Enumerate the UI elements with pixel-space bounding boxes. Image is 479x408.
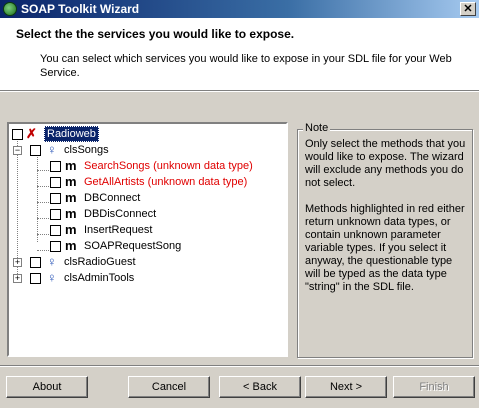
close-button[interactable]: ✕ — [460, 2, 476, 16]
method-label[interactable]: DBConnect — [84, 190, 140, 206]
tree-method-row[interactable]: m DBDisConnect — [9, 206, 279, 222]
wizard-header: Select the the services you would like t… — [0, 18, 479, 91]
method-icon: m — [65, 238, 77, 253]
tree-method-row[interactable]: m DBConnect — [9, 190, 279, 206]
class-icon: ♀ — [47, 142, 57, 157]
note-paragraph-2: Methods highlighted in red either return… — [305, 203, 465, 293]
method-checkbox[interactable] — [50, 193, 61, 204]
collapse-toggle[interactable]: − — [13, 146, 22, 155]
method-checkbox[interactable] — [50, 225, 61, 236]
finish-button[interactable]: Finish — [393, 376, 475, 398]
class-checkbox[interactable] — [30, 145, 41, 156]
method-checkbox[interactable] — [50, 161, 61, 172]
tree-class-row[interactable]: + ♀ clsAdminTools — [9, 270, 279, 286]
class-label[interactable]: clsAdminTools — [64, 270, 134, 286]
method-label[interactable]: SOAPRequestSong — [84, 238, 181, 254]
expand-toggle[interactable]: + — [13, 258, 22, 267]
method-icon: m — [65, 206, 77, 221]
note-legend: Note — [303, 122, 331, 134]
next-button[interactable]: Next > — [305, 376, 387, 398]
back-button[interactable]: < Back — [219, 376, 301, 398]
tree-root-label[interactable]: Radioweb — [44, 126, 99, 142]
method-icon: m — [65, 174, 77, 189]
class-label[interactable]: clsRadioGuest — [64, 254, 136, 270]
button-divider — [0, 365, 479, 367]
root-checkbox[interactable] — [12, 129, 23, 140]
tree-method-row[interactable]: m InsertRequest — [9, 222, 279, 238]
method-label[interactable]: InsertRequest — [84, 222, 152, 238]
class-checkbox[interactable] — [30, 257, 41, 268]
wizard-window: SOAP Toolkit Wizard ✕ Select the the ser… — [0, 0, 479, 408]
services-tree[interactable]: ✗ Radioweb − ♀ clsSongs m SearchSongs (u… — [7, 122, 288, 357]
method-label[interactable]: SearchSongs (unknown data type) — [84, 158, 253, 174]
method-label[interactable]: DBDisConnect — [84, 206, 156, 222]
root-service-icon: ✗ — [26, 126, 37, 141]
tree-class-row[interactable]: − ♀ clsSongs — [9, 142, 279, 158]
app-globe-icon — [3, 2, 17, 16]
class-checkbox[interactable] — [30, 273, 41, 284]
note-paragraph-1: Only select the methods that you would l… — [305, 138, 466, 189]
method-checkbox[interactable] — [50, 177, 61, 188]
tree-root-row[interactable]: ✗ Radioweb — [9, 126, 279, 142]
class-icon: ♀ — [47, 254, 57, 269]
header-divider — [0, 91, 479, 92]
tree-method-row[interactable]: m GetAllArtists (unknown data type) — [9, 174, 279, 190]
tree-method-row[interactable]: m SearchSongs (unknown data type) — [9, 158, 279, 174]
method-icon: m — [65, 222, 77, 237]
tree-method-row[interactable]: m SOAPRequestSong — [9, 238, 279, 254]
window-title: SOAP Toolkit Wizard — [21, 2, 140, 16]
method-checkbox[interactable] — [50, 241, 61, 252]
class-label[interactable]: clsSongs — [64, 142, 109, 158]
page-description: You can select which services you would … — [40, 53, 452, 79]
method-icon: m — [65, 190, 77, 205]
cancel-button[interactable]: Cancel — [128, 376, 210, 398]
tree-class-row[interactable]: + ♀ clsRadioGuest — [9, 254, 279, 270]
expand-toggle[interactable]: + — [13, 274, 22, 283]
page-title: Select the the services you would like t… — [16, 27, 295, 41]
method-icon: m — [65, 158, 77, 173]
title-bar[interactable]: SOAP Toolkit Wizard ✕ — [0, 0, 479, 18]
note-text: Only select the methods that you would l… — [305, 138, 467, 307]
method-checkbox[interactable] — [50, 209, 61, 220]
class-icon: ♀ — [47, 270, 57, 285]
method-label[interactable]: GetAllArtists (unknown data type) — [84, 174, 247, 190]
about-button[interactable]: About — [6, 376, 88, 398]
